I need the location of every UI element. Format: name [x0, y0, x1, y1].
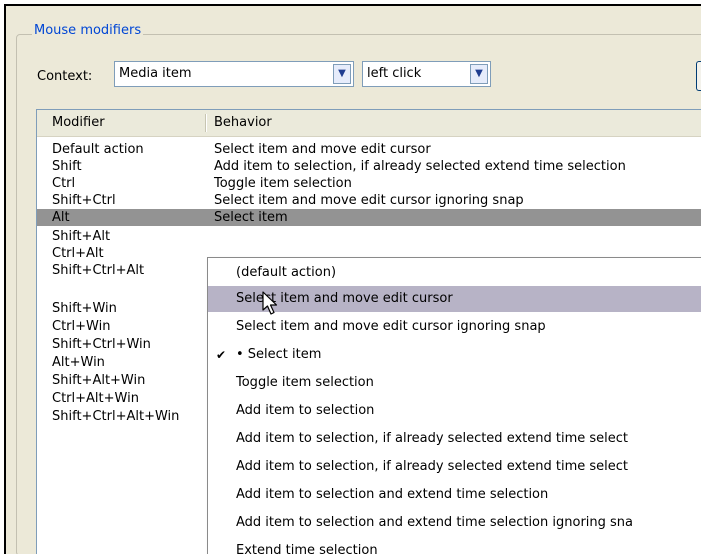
- table-row[interactable]: Ctrl+Alt+Win: [52, 390, 139, 407]
- table-row[interactable]: Ctrl Toggle item selection: [37, 175, 701, 192]
- row-behavior: Select item: [214, 210, 288, 225]
- menu-item-label: Add item to selection, if already select…: [236, 431, 628, 446]
- table-row[interactable]: Shift+Alt+Win: [52, 372, 145, 389]
- menu-item-label: Add item to selection and extend time se…: [236, 515, 634, 530]
- chevron-down-icon[interactable]: ▼: [470, 64, 488, 84]
- table-row[interactable]: Ctrl+Alt: [52, 245, 104, 262]
- menu-item[interactable]: Toggle item selection: [208, 370, 701, 396]
- menu-item[interactable]: Add item to selection and extend time se…: [208, 482, 701, 508]
- menu-item-label: Select item and move edit cursor ignorin…: [236, 319, 546, 334]
- table-row[interactable]: Shift+Win: [52, 300, 117, 317]
- menu-item[interactable]: Select item and move edit cursor ignorin…: [208, 314, 701, 340]
- table-row[interactable]: Shift+Ctrl+Alt: [52, 262, 144, 279]
- context-combo-value: Media item: [119, 66, 192, 81]
- list-header: Modifier Behavior: [37, 110, 701, 137]
- table-row-selected[interactable]: Alt Select item: [37, 209, 701, 226]
- menu-item[interactable]: Add item to selection, if already select…: [208, 426, 701, 452]
- header-behavior[interactable]: Behavior: [214, 110, 272, 136]
- menu-item[interactable]: Add item to selection and extend time se…: [208, 510, 701, 536]
- menu-item-label: Extend time selection: [236, 543, 378, 554]
- row-modifier: Ctrl: [52, 176, 76, 191]
- preferences-window: Mouse modifiers Context: Media item ▼ le…: [4, 4, 701, 554]
- row-modifier: Shift+Ctrl: [52, 193, 116, 208]
- checkmark-icon: ✔: [216, 348, 227, 362]
- menu-item-label: Toggle item selection: [236, 375, 374, 390]
- menu-item[interactable]: Add item to selection, if already select…: [208, 454, 701, 480]
- row-modifier: Alt: [52, 210, 70, 225]
- header-modifier[interactable]: Modifier: [52, 110, 105, 136]
- context-label: Context:: [37, 69, 93, 84]
- table-row[interactable]: Shift Add item to selection, if already …: [37, 158, 701, 175]
- menu-item-label: Add item to selection and extend time se…: [236, 487, 549, 502]
- header-divider[interactable]: [205, 114, 206, 132]
- table-row[interactable]: Shift+Ctrl Select item and move edit cur…: [37, 192, 701, 209]
- menu-item-label: • Select item: [236, 347, 322, 362]
- table-row[interactable]: Ctrl+Win: [52, 318, 110, 335]
- menu-item[interactable]: (default action): [208, 260, 701, 286]
- menu-item-label: (default action): [236, 265, 337, 280]
- click-type-combo-value: left click: [367, 66, 422, 81]
- row-modifier: Default action: [52, 142, 144, 157]
- row-behavior: Add item to selection, if already select…: [214, 159, 626, 174]
- row-behavior: Select item and move edit cursor ignorin…: [214, 193, 524, 208]
- chevron-down-icon[interactable]: ▼: [333, 64, 351, 84]
- table-row[interactable]: Alt+Win: [52, 354, 105, 371]
- row-behavior: Select item and move edit cursor: [214, 142, 431, 157]
- menu-item[interactable]: Extend time selection: [208, 538, 701, 554]
- table-row[interactable]: Default action Select item and move edit…: [37, 141, 701, 158]
- table-row[interactable]: Shift+Ctrl+Alt+Win: [52, 408, 179, 425]
- group-title: Mouse modifiers: [32, 23, 144, 38]
- mouse-cursor-icon: [262, 291, 278, 315]
- menu-item-checked[interactable]: ✔ • Select item: [208, 342, 701, 368]
- partial-button[interactable]: [696, 61, 701, 91]
- menu-item-label: Add item to selection, if already select…: [236, 459, 628, 474]
- row-behavior: Toggle item selection: [214, 176, 352, 191]
- context-combo[interactable]: Media item ▼: [114, 61, 354, 87]
- table-row[interactable]: Shift+Alt: [52, 228, 110, 245]
- menu-item[interactable]: Add item to selection: [208, 398, 701, 424]
- row-modifier: Shift: [52, 159, 82, 174]
- click-type-combo[interactable]: left click ▼: [362, 61, 491, 87]
- menu-item-label: Add item to selection: [236, 403, 375, 418]
- table-row[interactable]: Shift+Ctrl+Win: [52, 336, 151, 353]
